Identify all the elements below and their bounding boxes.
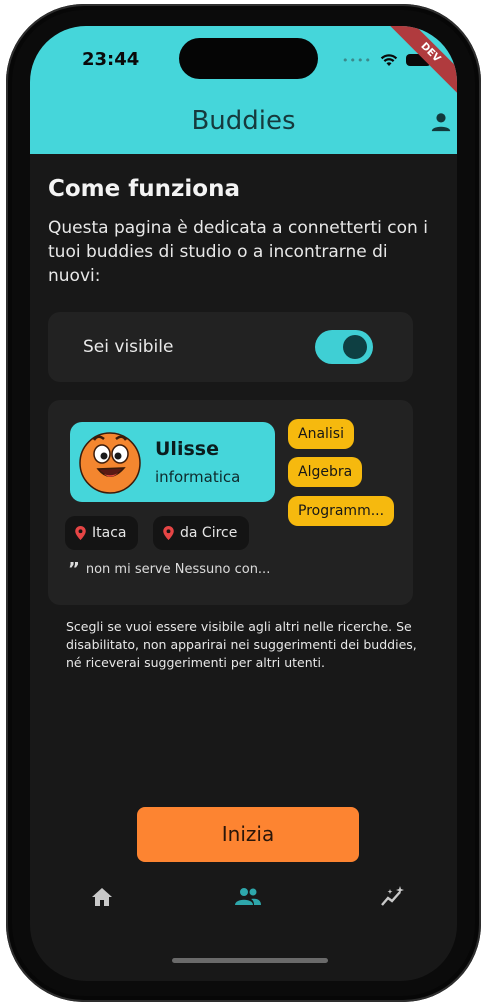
subject-tag: Analisi xyxy=(288,419,354,449)
start-button[interactable]: Inizia xyxy=(137,807,359,862)
subject-tag: Programm... xyxy=(288,496,395,526)
quote-icon: ” xyxy=(68,558,80,580)
home-icon[interactable] xyxy=(89,886,115,908)
quote-text: non mi serve Nessuno con... xyxy=(85,562,271,577)
bio-quote: ” non mi serve Nessuno con... xyxy=(68,558,271,580)
avatar xyxy=(79,432,141,494)
origin-chip: da Circe xyxy=(153,516,250,550)
page-title: Buddies xyxy=(191,106,296,136)
user-course: informatica xyxy=(155,468,241,486)
location-chip: Itaca xyxy=(65,516,139,550)
visibility-label: Sei visibile xyxy=(83,337,174,357)
wifi-icon xyxy=(380,54,398,66)
buddy-preview-card: Ulisse informatica Analisi Algebra Progr… xyxy=(48,400,413,605)
user-name: Ulisse xyxy=(155,438,219,460)
section-heading: Come funziona xyxy=(48,176,240,202)
intro-section: Come funziona Questa pagina è dedicata a… xyxy=(48,176,443,288)
cellular-icon: •••• xyxy=(342,53,372,67)
person-icon[interactable] xyxy=(430,111,452,133)
user-tile: Ulisse informatica xyxy=(70,422,275,502)
app-screen: 23:44 •••• DEV Buddies Come funziona Que… xyxy=(30,26,457,981)
location-text: Itaca xyxy=(92,525,127,541)
visibility-card: Sei visibile xyxy=(48,312,413,382)
location-pin-icon xyxy=(75,526,86,540)
home-indicator xyxy=(172,958,328,963)
app-bar: 23:44 •••• DEV Buddies xyxy=(30,26,457,154)
people-icon[interactable] xyxy=(234,886,262,908)
subject-tag: Algebra xyxy=(288,457,363,487)
visibility-hint: Scegli se vuoi essere visibile agli altr… xyxy=(66,619,417,670)
sparkle-chart-icon[interactable] xyxy=(380,886,406,908)
intro-text: Questa pagina è dedicata a connetterti c… xyxy=(48,218,428,286)
origin-text: da Circe xyxy=(180,525,238,541)
bottom-nav xyxy=(30,886,457,936)
dynamic-island xyxy=(179,38,318,79)
status-time: 23:44 xyxy=(82,49,140,70)
toggle-knob xyxy=(343,335,367,359)
location-pin-icon xyxy=(163,526,174,540)
visibility-toggle[interactable] xyxy=(315,330,373,364)
